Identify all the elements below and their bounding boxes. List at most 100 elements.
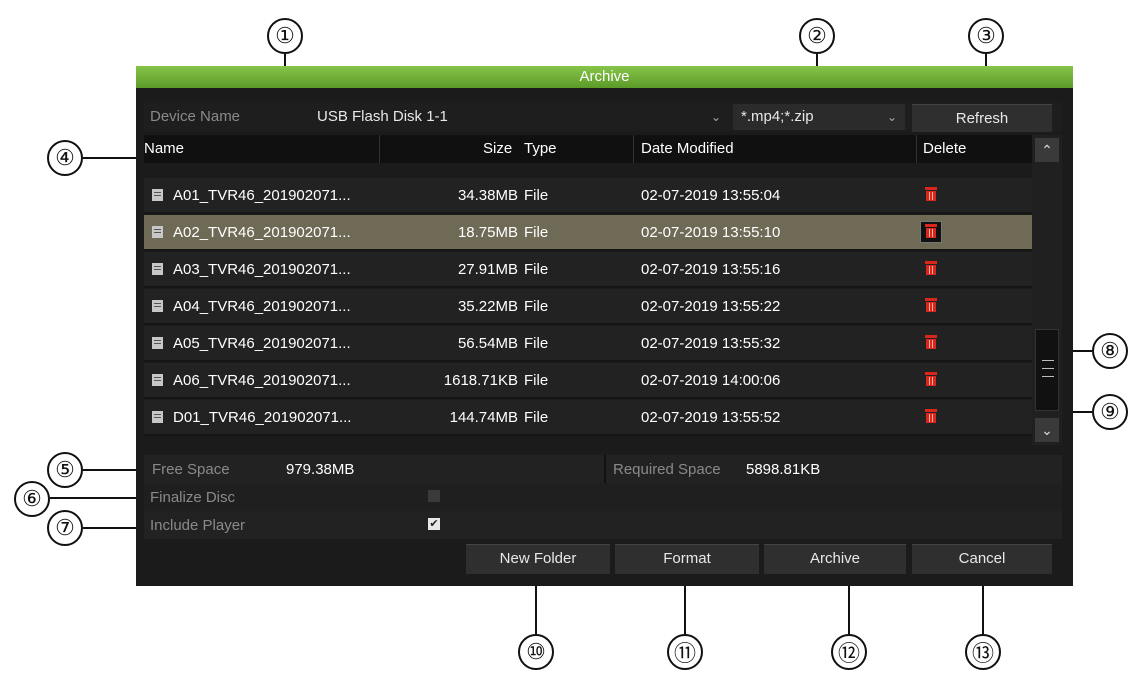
- free-space-label: Free Space: [152, 461, 230, 478]
- trash-icon[interactable]: [925, 335, 937, 349]
- callout-10: ⑩: [518, 634, 554, 670]
- file-type: File: [524, 187, 549, 204]
- callout-13: ⑬: [965, 634, 1001, 670]
- space-divider: [604, 455, 606, 483]
- header-divider: [916, 135, 917, 163]
- col-size[interactable]: Size: [483, 140, 512, 157]
- file-size: 18.75MB: [457, 224, 518, 241]
- file-icon: [152, 300, 163, 312]
- callout-11: ⑪: [667, 634, 703, 670]
- callout-7: ⑦: [47, 510, 83, 546]
- file-name: A02_TVR46_201902071...: [173, 224, 351, 241]
- include-player-checkbox[interactable]: ✔: [428, 518, 440, 530]
- file-icon: [152, 189, 163, 201]
- col-name[interactable]: Name: [144, 140, 184, 157]
- chevron-down-icon: ⌄: [710, 110, 721, 124]
- file-date: 02-07-2019 13:55:04: [641, 187, 781, 204]
- finalize-disc-label: Finalize Disc: [150, 489, 236, 506]
- table-row[interactable]: A03_TVR46_201902071... 27.91MB File 02-0…: [144, 252, 1032, 288]
- callout-3: ③: [968, 18, 1004, 54]
- scroll-down-icon[interactable]: ⌄: [1035, 418, 1059, 442]
- trash-icon[interactable]: [925, 187, 937, 201]
- leader-line-6: [50, 497, 149, 499]
- cancel-button[interactable]: Cancel: [912, 544, 1052, 574]
- header-divider: [633, 135, 634, 163]
- file-type: File: [524, 298, 549, 315]
- file-filter-select[interactable]: *.mp4;*.zip ⌄: [733, 104, 905, 130]
- file-icon: [152, 337, 163, 349]
- archive-window: Archive Device Name USB Flash Disk 1-1 ⌄…: [136, 66, 1073, 586]
- file-size: 34.38MB: [457, 187, 518, 204]
- trash-icon[interactable]: [925, 409, 937, 423]
- scrollbar[interactable]: ⌃ ⌄: [1032, 135, 1062, 445]
- file-name: A03_TVR46_201902071...: [173, 261, 351, 278]
- refresh-button[interactable]: Refresh: [912, 104, 1052, 132]
- file-type: File: [524, 335, 549, 352]
- callout-8: ⑧: [1092, 333, 1128, 369]
- header-divider: [379, 135, 380, 163]
- include-player-row: [144, 511, 1062, 539]
- file-icon: [152, 374, 163, 386]
- scroll-thumb[interactable]: [1035, 329, 1059, 411]
- file-icon: [152, 263, 163, 275]
- callout-1: ①: [267, 18, 303, 54]
- trash-icon[interactable]: [925, 261, 937, 275]
- file-date: 02-07-2019 13:55:52: [641, 409, 781, 426]
- file-size: 144.74MB: [449, 409, 518, 426]
- callout-4: ④: [47, 140, 83, 176]
- table-row-selected[interactable]: A02_TVR46_201902071... 18.75MB File 02-0…: [144, 215, 1032, 251]
- file-name: A06_TVR46_201902071...: [173, 372, 351, 389]
- file-name: D01_TVR46_201902071...: [173, 409, 352, 426]
- table-row[interactable]: A01_TVR46_201902071... 34.38MB File 02-0…: [144, 178, 1032, 214]
- file-name: A04_TVR46_201902071...: [173, 298, 351, 315]
- format-button[interactable]: Format: [615, 544, 759, 574]
- col-date[interactable]: Date Modified: [641, 140, 734, 157]
- callout-2: ②: [799, 18, 835, 54]
- file-date: 02-07-2019 13:55:32: [641, 335, 781, 352]
- col-type[interactable]: Type: [524, 140, 557, 157]
- callout-5: ⑤: [47, 452, 83, 488]
- chevron-down-icon: ⌄: [886, 110, 897, 124]
- callout-9: ⑨: [1092, 394, 1128, 430]
- free-space-value: 979.38MB: [286, 461, 355, 478]
- col-delete[interactable]: Delete: [923, 140, 966, 157]
- file-size: 27.91MB: [457, 261, 518, 278]
- file-icon: [152, 411, 163, 423]
- device-select[interactable]: USB Flash Disk 1-1 ⌄: [317, 104, 729, 130]
- include-player-label: Include Player: [150, 517, 246, 534]
- space-row: [144, 455, 1062, 483]
- table-row[interactable]: D01_TVR46_201902071... 144.74MB File 02-…: [144, 400, 1032, 436]
- new-folder-button[interactable]: New Folder: [466, 544, 610, 574]
- file-table: Name Size Type Date Modified Delete A01_…: [144, 135, 1032, 445]
- file-name: A05_TVR46_201902071...: [173, 335, 351, 352]
- trash-icon[interactable]: [925, 372, 937, 386]
- device-name-label: Device Name: [150, 108, 241, 125]
- finalize-row: [144, 483, 1062, 511]
- required-space-value: 5898.81KB: [746, 461, 821, 478]
- file-filter-value: *.mp4;*.zip: [741, 108, 814, 125]
- file-date: 02-07-2019 14:00:06: [641, 372, 781, 389]
- table-header: Name Size Type Date Modified Delete: [144, 135, 1032, 163]
- table-row[interactable]: A05_TVR46_201902071... 56.54MB File 02-0…: [144, 326, 1032, 362]
- required-space-label: Required Space: [613, 461, 721, 478]
- callout-6: ⑥: [14, 481, 50, 517]
- file-icon: [152, 226, 163, 238]
- trash-icon[interactable]: [925, 224, 937, 238]
- file-date: 02-07-2019 13:55:16: [641, 261, 781, 278]
- table-row[interactable]: A06_TVR46_201902071... 1618.71KB File 02…: [144, 363, 1032, 399]
- window-title: Archive: [136, 66, 1073, 88]
- device-select-value: USB Flash Disk 1-1: [317, 108, 448, 125]
- file-date: 02-07-2019 13:55:22: [641, 298, 781, 315]
- file-size: 35.22MB: [457, 298, 518, 315]
- file-date: 02-07-2019 13:55:10: [641, 224, 781, 241]
- scroll-up-icon[interactable]: ⌃: [1035, 138, 1059, 162]
- archive-button[interactable]: Archive: [764, 544, 906, 574]
- file-size: 1618.71KB: [443, 372, 518, 389]
- file-type: File: [524, 372, 549, 389]
- file-type: File: [524, 224, 549, 241]
- callout-12: ⑫: [831, 634, 867, 670]
- trash-icon[interactable]: [925, 298, 937, 312]
- file-type: File: [524, 409, 549, 426]
- finalize-disc-checkbox[interactable]: [428, 490, 440, 502]
- table-row[interactable]: A04_TVR46_201902071... 35.22MB File 02-0…: [144, 289, 1032, 325]
